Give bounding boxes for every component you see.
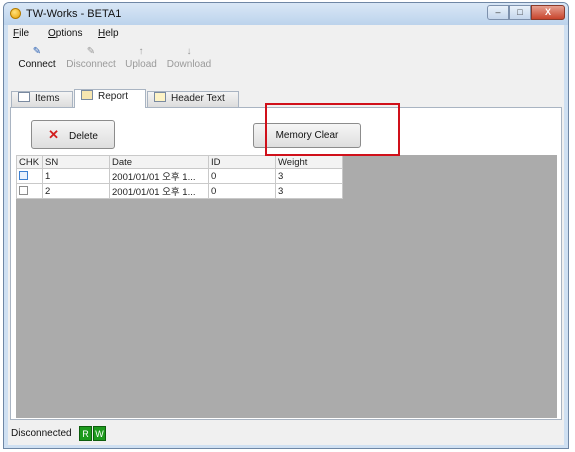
column-header-sn[interactable]: SN [42, 155, 110, 169]
column-header-chk[interactable]: CHK [16, 155, 43, 169]
cell-id: 0 [208, 183, 276, 199]
menu-file[interactable]: File [13, 28, 29, 39]
cell-id: 0 [208, 168, 276, 184]
window-title: TW-Works - BETA1 [26, 8, 122, 20]
cell-date: 2001/01/01 오후 1... [109, 183, 209, 199]
column-header-weight[interactable]: Weight [275, 155, 343, 169]
row-checkbox-cell[interactable] [16, 183, 43, 199]
app-window: TW-Works - BETA1 – □ X File Options Help… [3, 2, 569, 449]
toolbar: ✎ Connect ✎ Disconnect ↑ Upload ↓ Downlo… [8, 43, 564, 75]
status-bar: Disconnected R W [8, 423, 564, 445]
upload-icon: ↑ [138, 46, 144, 57]
connection-status: Disconnected [11, 428, 72, 439]
connect-icon: ✎ [32, 46, 42, 57]
memory-clear-button[interactable]: Memory Clear [253, 123, 361, 148]
header-text-icon [154, 92, 166, 102]
tab-report[interactable]: Report [74, 89, 146, 108]
cell-sn: 1 [42, 168, 110, 184]
tab-strip: Items Report Header Text [8, 89, 564, 108]
disconnect-button[interactable]: ✎ Disconnect [64, 45, 118, 70]
maximize-button[interactable]: □ [509, 5, 531, 20]
row-checkbox-cell[interactable] [16, 168, 43, 184]
delete-label: Delete [69, 131, 98, 142]
menu-help[interactable]: Help [98, 28, 119, 39]
connect-label: Connect [18, 59, 56, 70]
report-table: CHK SN Date ID Weight 1 2001/01/01 오후 1.… [16, 155, 343, 199]
tab-header-text[interactable]: Header Text [147, 91, 239, 107]
delete-button[interactable]: ✕ Delete [31, 120, 115, 149]
table-row[interactable]: 2 2001/01/01 오후 1... 0 3 [16, 183, 343, 199]
disconnect-icon: ✎ [86, 46, 96, 57]
client-area: File Options Help ✎ Connect ✎ Disconnect… [8, 25, 564, 445]
cell-sn: 2 [42, 183, 110, 199]
cell-date: 2001/01/01 오후 1... [109, 168, 209, 184]
menu-bar: File Options Help [8, 25, 564, 43]
column-header-id[interactable]: ID [208, 155, 276, 169]
read-indicator: R [79, 426, 92, 441]
cell-weight: 3 [275, 168, 343, 184]
download-icon: ↓ [186, 46, 192, 57]
row-checkbox[interactable] [19, 170, 28, 180]
report-panel: ✕ Delete Memory Clear CHK SN Date ID Weig… [10, 107, 562, 420]
tab-items[interactable]: Items [11, 91, 73, 107]
write-indicator: W [93, 426, 106, 441]
minimize-button[interactable]: – [487, 5, 509, 20]
upload-label: Upload [125, 59, 157, 70]
report-grid[interactable]: CHK SN Date ID Weight 1 2001/01/01 오후 1.… [16, 155, 557, 418]
disconnect-label: Disconnect [66, 59, 116, 70]
items-icon [18, 92, 30, 102]
cell-weight: 3 [275, 183, 343, 199]
connect-button[interactable]: ✎ Connect [16, 45, 58, 70]
menu-options[interactable]: Options [48, 28, 82, 39]
report-icon [81, 90, 93, 100]
title-bar[interactable]: TW-Works - BETA1 – □ X [4, 3, 568, 25]
download-label: Download [166, 59, 212, 70]
download-button[interactable]: ↓ Download [164, 45, 214, 70]
table-row[interactable]: 1 2001/01/01 오후 1... 0 3 [16, 168, 343, 184]
app-icon [10, 8, 21, 19]
upload-button[interactable]: ↑ Upload [122, 45, 160, 70]
delete-icon: ✕ [48, 127, 59, 142]
table-header-row: CHK SN Date ID Weight [16, 155, 343, 169]
row-checkbox[interactable] [19, 185, 28, 195]
close-button[interactable]: X [531, 5, 565, 20]
column-header-date[interactable]: Date [109, 155, 209, 169]
